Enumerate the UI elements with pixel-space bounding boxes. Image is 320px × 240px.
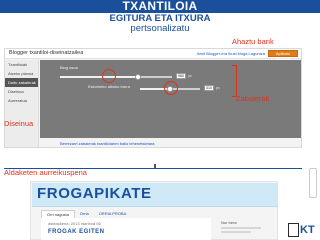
tab-page[interactable]: Orria: [75, 210, 94, 218]
apply-to-blog-button[interactable]: Aplikatu bloguari: [268, 50, 298, 61]
kt-logo: KT: [288, 222, 318, 238]
annotation-save-note: Ahaztu barik: [232, 37, 274, 46]
blog-width-value[interactable]: 960: [176, 73, 186, 79]
sidebar-item-background[interactable]: Atzeko planoa: [5, 69, 38, 78]
blogger-header: Blogger txantiloi-diseinatzailea Itzuli …: [5, 49, 301, 61]
blog-preview-aside: Nor bera: [221, 220, 271, 240]
feedback-tab[interactable]: [309, 168, 317, 198]
logo-text: KT: [300, 224, 315, 236]
blog-preview-tabs: Orri nagusia Orria ORRIA PROBA: [41, 210, 132, 219]
logo-box-icon: [288, 223, 299, 237]
blogger-title: Blogger txantiloi-diseinatzailea: [9, 50, 84, 56]
blog-width-label: Blog osoa: [60, 65, 78, 70]
blogger-sidebar: Txantiloiak Atzeko planoa Doitu zabalera…: [5, 60, 39, 147]
blog-width-unit: px: [188, 74, 192, 78]
slide-subtitle-2: pertsonalizatu: [130, 23, 190, 34]
reset-widths-link[interactable]: Berrezarri zabalerak txantiloiaren balio…: [60, 141, 155, 146]
blog-preview: FROGAPIKATE Orri nagusia Orria ORRIA PRO…: [30, 181, 278, 240]
annotation-circle-sidebar-width: [164, 81, 178, 95]
annotation-circle-blog-width: [102, 69, 116, 83]
blog-width-fill: [60, 76, 139, 78]
sidebar-item-layout[interactable]: Diseinua: [5, 87, 38, 96]
annotation-layout-note: Diseinua: [4, 119, 34, 128]
blog-preview-header: FROGAPIKATE: [32, 183, 278, 207]
sidebar-width-value[interactable]: 310: [204, 85, 214, 91]
post-title[interactable]: FROGAK EGITEN: [48, 229, 105, 235]
post-date: asteazkena, 2013 martxoa 06: [48, 221, 101, 226]
annotation-width-note: Zabalerak: [236, 94, 270, 103]
sidebar-width-unit: px: [216, 86, 220, 90]
blogger-main-panel: Blog osoa 960 px Eskuineko alboko barra …: [40, 60, 301, 147]
aside-placeholder-line: [221, 227, 261, 229]
sidebar-item-advanced[interactable]: Aurreratua: [5, 96, 38, 105]
blogger-links[interactable]: Itzuli Blogger-era Ikusi bloga Laguntza: [197, 51, 265, 56]
aside-heading: Nor bera: [221, 220, 237, 225]
blog-width-slider[interactable]: [60, 74, 172, 80]
annotation-brace: [232, 65, 237, 97]
sidebar-item-templates[interactable]: Txantiloiak: [5, 60, 38, 69]
sidebar-item-adjust-widths[interactable]: Doitu zabalerak: [5, 78, 38, 87]
aside-placeholder-line: [221, 231, 251, 233]
blog-preview-title: FROGAPIKATE: [37, 185, 152, 202]
blog-width-slider-handle[interactable]: [135, 74, 142, 80]
sidebar-width-label: Eskuineko alboko barra: [88, 84, 130, 89]
slide-title: TXANTILOIA: [0, 0, 320, 13]
blog-post-card: asteazkena, 2013 martxoa 06 FROGAK EGITE…: [41, 218, 211, 240]
tab-test-page[interactable]: ORRIA PROBA: [94, 210, 132, 218]
annotation-preview-note: Aldaketen aurreikuspena: [4, 168, 87, 177]
